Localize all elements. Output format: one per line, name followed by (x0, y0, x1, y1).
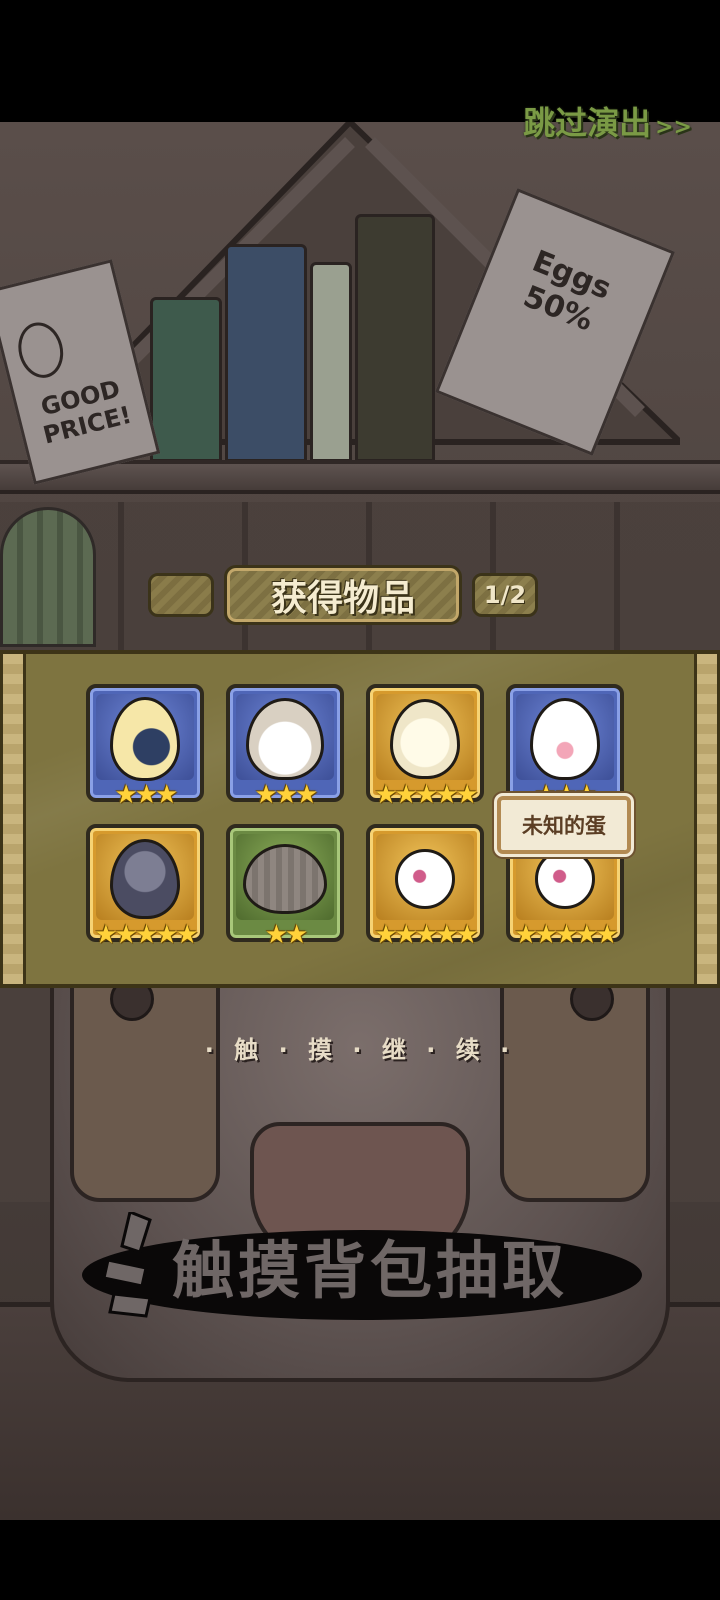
book-decoration (225, 244, 307, 462)
banner-title-plate: 获得物品 (224, 565, 462, 625)
item-tooltip: 未知的蛋 (497, 796, 631, 854)
star-rating: ★★★ (254, 780, 319, 810)
owl-egg-icon (246, 697, 324, 780)
star-rating: ★★★★★ (514, 920, 619, 950)
star-rating: ★★★★★ (374, 920, 479, 950)
banner-left-ornament (148, 573, 214, 617)
item-slot[interactable]: ★★★★★ (366, 684, 484, 808)
panel-right-edge (694, 654, 720, 984)
skip-label: 跳过演出 (523, 104, 652, 142)
skip-arrows-icon: >> (655, 115, 692, 140)
book-decoration (150, 297, 222, 462)
item-slot[interactable]: ★★★ (86, 684, 204, 808)
item-slot[interactable]: ★★★ (226, 684, 344, 808)
good-price-text: GOOD PRICE! (38, 374, 135, 450)
item-art (516, 694, 614, 780)
winged-egg-icon (390, 698, 460, 779)
item-art (376, 834, 474, 920)
skip-performance-button[interactable]: 跳过演出 >> (523, 98, 692, 144)
item-slot[interactable]: ★★★ (506, 684, 624, 808)
grey-owl-egg-icon (243, 843, 327, 914)
item-slot[interactable]: ★★★★★ (86, 824, 204, 948)
star-rating: ★★★★★ (94, 920, 199, 950)
armored-egg-icon (110, 838, 180, 919)
star-rating: ★★★ (114, 780, 179, 810)
star-rating: ★★★★★ (374, 780, 479, 810)
item-art (376, 694, 474, 780)
item-art (96, 834, 194, 920)
page-indicator: 1/2 (472, 573, 538, 617)
bunny-creature-icon (535, 848, 595, 909)
egg-icon (110, 696, 180, 781)
item-art (236, 694, 334, 780)
ribbon-egg-icon (530, 697, 600, 780)
cactus-decoration (0, 507, 96, 647)
tap-to-continue-hint[interactable]: · 触 · 摸 · 继 · 续 · (0, 1030, 720, 1065)
bunny-creature-icon (395, 848, 455, 909)
panel-left-edge (0, 654, 26, 984)
book-decoration (310, 262, 352, 462)
item-art (236, 834, 334, 920)
tap-hand-icon (102, 1212, 152, 1318)
bottom-bar (0, 1520, 720, 1600)
item-slot[interactable]: ★★★★★ (366, 824, 484, 948)
obtained-items-banner: 获得物品 1/2 (148, 565, 548, 625)
book-decoration (355, 214, 435, 462)
item-slot[interactable]: ★★ (226, 824, 344, 948)
star-rating: ★★ (264, 920, 309, 950)
item-art (96, 694, 194, 781)
eggs-sale-text: Eggs 50% (518, 243, 616, 339)
banner-title: 获得物品 (270, 577, 415, 619)
tap-backpack-hint: 触摸背包抽取 (172, 1234, 569, 1307)
